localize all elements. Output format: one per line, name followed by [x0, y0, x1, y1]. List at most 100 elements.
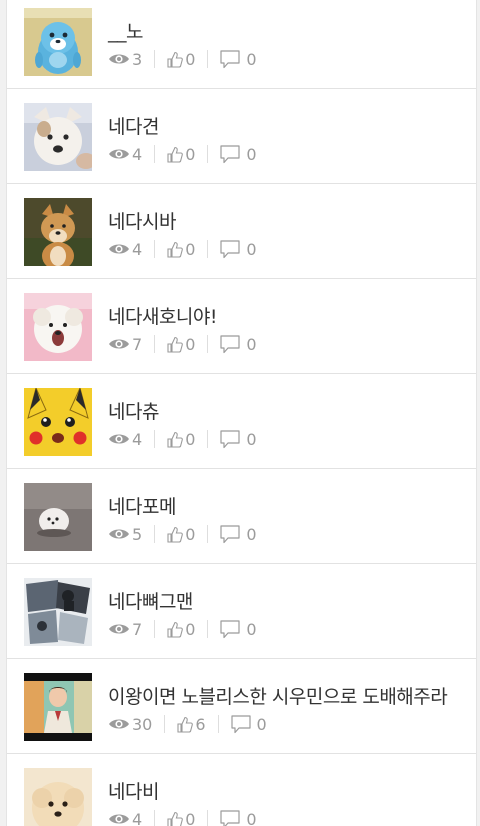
list-item[interactable]: __노 3 0 0 — [7, 0, 476, 89]
comment-count: 0 — [220, 429, 257, 449]
meta-divider — [154, 50, 156, 68]
thumbnail-image — [24, 483, 92, 551]
view-count-value: 7 — [132, 334, 143, 354]
like-count-value: 0 — [185, 809, 196, 826]
meta-divider — [154, 810, 156, 826]
post-title[interactable]: __노 — [108, 17, 143, 44]
thumbs-up-icon — [167, 336, 184, 353]
like-count: 0 — [167, 144, 195, 164]
post-title[interactable]: 네다새호니야! — [108, 302, 218, 329]
post-meta: 7 0 0 — [108, 619, 257, 639]
like-count-value: 0 — [185, 334, 196, 354]
eye-icon — [108, 622, 130, 636]
post-list: __노 3 0 0 네다견 4 0 0 네다시바 4 0 0 네다새호니야! 7… — [6, 0, 477, 826]
like-count-value: 0 — [185, 144, 196, 164]
view-count-value: 3 — [132, 49, 143, 69]
meta-divider — [207, 335, 209, 353]
like-count-value: 0 — [185, 524, 196, 544]
comment-icon — [220, 809, 240, 826]
post-meta: 7 0 0 — [108, 334, 257, 354]
like-count: 0 — [167, 334, 195, 354]
post-title[interactable]: 이왕이면 노블리스한 시우민으로 도배해주라 — [108, 682, 448, 709]
like-count-value: 0 — [185, 239, 196, 259]
post-meta: 4 0 0 — [108, 809, 257, 826]
meta-divider — [207, 525, 209, 543]
view-count-value: 4 — [132, 239, 143, 259]
view-count-value: 4 — [132, 144, 143, 164]
post-title[interactable]: 네다시바 — [108, 207, 176, 234]
thumbnail-image — [24, 388, 92, 456]
comment-icon — [220, 429, 240, 449]
view-count: 7 — [108, 619, 142, 639]
meta-divider — [207, 430, 209, 448]
view-count: 4 — [108, 144, 142, 164]
list-item[interactable]: 이왕이면 노블리스한 시우민으로 도배해주라 30 6 0 — [7, 659, 476, 754]
view-count: 4 — [108, 429, 142, 449]
meta-divider — [164, 715, 166, 733]
like-count: 0 — [167, 429, 195, 449]
comment-count: 0 — [220, 49, 257, 69]
post-title[interactable]: 네다포메 — [108, 492, 176, 519]
comment-icon — [220, 524, 240, 544]
eye-icon — [108, 432, 130, 446]
view-count: 5 — [108, 524, 142, 544]
comment-icon — [230, 714, 251, 734]
like-count: 0 — [167, 239, 195, 259]
post-meta: 4 0 0 — [108, 429, 257, 449]
comment-count: 0 — [220, 334, 257, 354]
view-count-value: 4 — [132, 809, 143, 826]
comment-count: 0 — [230, 714, 267, 734]
post-title[interactable]: 네다츄 — [108, 397, 159, 424]
thumbs-up-icon — [167, 51, 184, 68]
thumbnail-image — [24, 293, 92, 361]
comment-count-value: 0 — [246, 334, 257, 354]
list-item[interactable]: 네다견 4 0 0 — [7, 89, 476, 184]
view-count-value: 4 — [132, 429, 143, 449]
list-item[interactable]: 네다비 4 0 0 — [7, 754, 476, 826]
like-count: 0 — [167, 49, 195, 69]
eye-icon — [108, 337, 130, 351]
post-title[interactable]: 네다견 — [108, 112, 159, 139]
post-meta: 30 6 0 — [108, 714, 267, 734]
meta-divider — [207, 810, 209, 826]
like-count-value: 0 — [185, 49, 196, 69]
comment-icon — [220, 239, 240, 259]
post-title[interactable]: 네다비 — [108, 777, 159, 804]
view-count: 7 — [108, 334, 142, 354]
comment-count: 0 — [220, 524, 257, 544]
eye-icon — [108, 812, 130, 826]
comment-count-value: 0 — [246, 144, 257, 164]
thumbs-up-icon — [167, 526, 184, 543]
meta-divider — [154, 620, 156, 638]
thumbs-up-icon — [167, 431, 184, 448]
like-count: 0 — [167, 619, 195, 639]
eye-icon — [108, 147, 130, 161]
comment-count-value: 0 — [246, 239, 257, 259]
thumbs-up-icon — [177, 716, 194, 733]
comment-icon — [220, 334, 240, 354]
post-meta: 4 0 0 — [108, 239, 257, 259]
thumbs-up-icon — [167, 241, 184, 258]
comment-count: 0 — [220, 619, 257, 639]
post-title[interactable]: 네다뼈그맨 — [108, 587, 193, 614]
comment-icon — [220, 619, 240, 639]
list-item[interactable]: 네다뼈그맨 7 0 0 — [7, 564, 476, 659]
list-item[interactable]: 네다새호니야! 7 0 0 — [7, 279, 476, 374]
comment-count: 0 — [220, 809, 257, 826]
list-item[interactable]: 네다포메 5 0 0 — [7, 469, 476, 564]
meta-divider — [217, 715, 219, 733]
list-item[interactable]: 네다시바 4 0 0 — [7, 184, 476, 279]
post-meta: 5 0 0 — [108, 524, 257, 544]
view-count: 30 — [108, 714, 152, 734]
eye-icon — [108, 242, 130, 256]
meta-divider — [207, 620, 209, 638]
meta-divider — [207, 145, 209, 163]
list-item[interactable]: 네다츄 4 0 0 — [7, 374, 476, 469]
like-count-value: 6 — [195, 714, 206, 734]
comment-count: 0 — [220, 239, 257, 259]
comment-icon — [220, 49, 240, 69]
meta-divider — [154, 525, 156, 543]
comment-count-value: 0 — [246, 49, 257, 69]
meta-divider — [154, 430, 156, 448]
eye-icon — [108, 527, 130, 541]
